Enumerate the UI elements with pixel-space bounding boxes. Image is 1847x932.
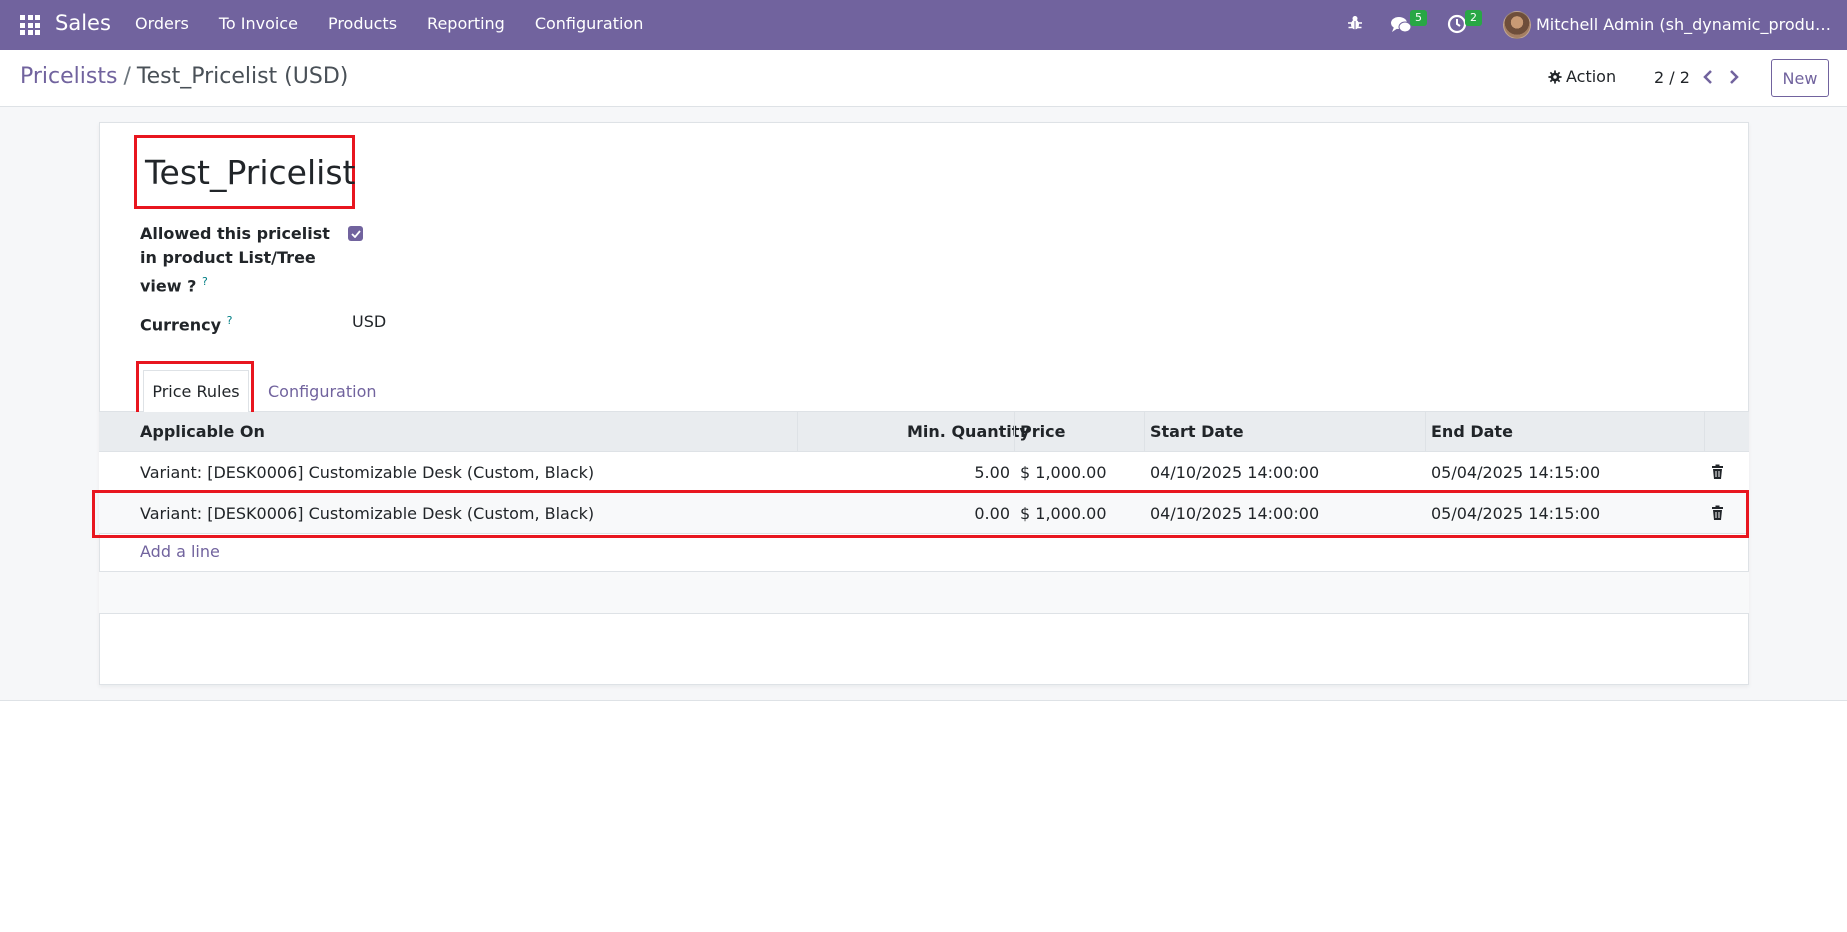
menu-products[interactable]: Products: [328, 14, 397, 33]
table-row[interactable]: Variant: [DESK0006] Customizable Desk (C…: [99, 452, 1749, 493]
currency-label-text: Currency: [140, 315, 222, 335]
column-separator: [1014, 412, 1015, 452]
pricelist-name-field[interactable]: Test_Pricelist: [145, 153, 355, 192]
cell-start-date[interactable]: 04/10/2025 14:00:00: [1150, 463, 1319, 482]
main-menu: Orders To Invoice Products Reporting Con…: [135, 14, 673, 33]
menu-configuration[interactable]: Configuration: [535, 14, 644, 33]
tab-highlight-box: [136, 361, 254, 415]
cell-applicable-on[interactable]: Variant: [DESK0006] Customizable Desk (C…: [140, 463, 594, 482]
avatar[interactable]: [1503, 11, 1531, 39]
allowed-in-list-text: Allowed this pricelist in product List/T…: [140, 224, 330, 296]
header-price[interactable]: Price: [1020, 422, 1065, 441]
gear-icon: [1548, 69, 1562, 84]
tab-configuration[interactable]: Configuration: [268, 382, 377, 401]
app-brand[interactable]: Sales: [55, 11, 111, 35]
cell-min-quantity[interactable]: 5.00: [909, 463, 1010, 482]
pager-value[interactable]: 2 / 2: [1654, 68, 1690, 87]
column-separator: [1425, 412, 1426, 452]
menu-orders[interactable]: Orders: [135, 14, 189, 33]
check-icon: [350, 229, 361, 238]
chat-count-badge: 5: [1410, 10, 1427, 26]
breadcrumb-current: Test_Pricelist (USD): [136, 64, 349, 89]
menu-reporting[interactable]: Reporting: [427, 14, 505, 33]
breadcrumb: Pricelists / Test_Pricelist (USD): [20, 64, 348, 89]
help-tooltip-icon[interactable]: ?: [202, 275, 208, 288]
clock-icon[interactable]: [1447, 14, 1467, 34]
add-line-link[interactable]: Add a line: [140, 542, 220, 561]
action-label: Action: [1566, 67, 1617, 86]
top-navbar: Sales Orders To Invoice Products Reporti…: [0, 0, 1847, 50]
currency-label: Currency ?: [140, 309, 233, 337]
action-button[interactable]: Action: [1548, 67, 1616, 86]
header-min-quantity[interactable]: Min. Quantity: [907, 422, 1030, 441]
currency-help-icon[interactable]: ?: [227, 314, 233, 327]
column-separator: [1704, 412, 1705, 452]
column-separator: [1144, 412, 1145, 452]
empty-row: [99, 572, 1749, 614]
apps-grid-icon[interactable]: [20, 15, 40, 35]
allowed-in-list-label: Allowed this pricelist in product List/T…: [140, 222, 340, 298]
breadcrumb-pricelists[interactable]: Pricelists: [20, 64, 117, 89]
cell-price[interactable]: $ 1,000.00: [1020, 463, 1107, 482]
new-button[interactable]: New: [1771, 59, 1829, 97]
chevron-right-icon[interactable]: [1726, 68, 1742, 86]
chat-icon[interactable]: [1390, 15, 1412, 35]
chevron-left-icon[interactable]: [1700, 68, 1716, 86]
user-menu[interactable]: Mitchell Admin (sh_dynamic_product_...: [1536, 15, 1836, 34]
cell-end-date[interactable]: 05/04/2025 14:15:00: [1431, 463, 1600, 482]
activity-count-badge: 2: [1465, 10, 1482, 26]
breadcrumb-separator: /: [123, 64, 131, 89]
table-header: Applicable On Min. Quantity Price Start …: [99, 412, 1749, 452]
add-line-row: Add a line: [99, 534, 1749, 572]
header-end-date[interactable]: End Date: [1431, 422, 1513, 441]
control-panel: Pricelists / Test_Pricelist (USD) Action 2…: [0, 50, 1847, 107]
header-start-date[interactable]: Start Date: [1150, 422, 1244, 441]
menu-to-invoice[interactable]: To Invoice: [219, 14, 298, 33]
column-separator: [797, 412, 798, 452]
allowed-in-list-checkbox[interactable]: [348, 226, 363, 241]
trash-icon[interactable]: [1711, 464, 1724, 480]
currency-field[interactable]: USD: [352, 312, 386, 331]
bug-icon[interactable]: [1348, 15, 1362, 31]
header-applicable-on[interactable]: Applicable On: [140, 422, 265, 441]
row-highlight-box: [92, 490, 1749, 538]
